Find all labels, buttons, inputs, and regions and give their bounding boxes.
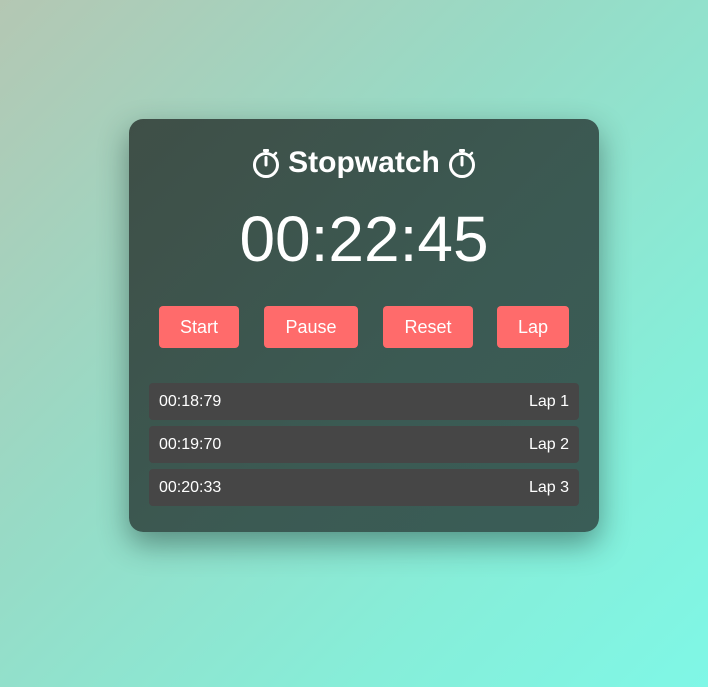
lap-time: 00:19:70 <box>159 435 222 453</box>
start-button[interactable]: Start <box>159 306 239 348</box>
list-item: 00:18:79 Lap 1 <box>149 383 579 420</box>
lap-time: 00:20:33 <box>159 478 222 496</box>
lap-label: Lap 1 <box>528 392 569 410</box>
list-item: 00:20:33 Lap 3 <box>149 469 579 506</box>
lap-label: Lap 3 <box>528 478 569 496</box>
reset-button[interactable]: Reset <box>383 306 473 348</box>
lap-list: 00:18:79 Lap 1 00:19:70 Lap 2 00:20:33 L… <box>149 383 579 512</box>
stopwatch-icon <box>448 148 476 178</box>
time-display: 00:22:45 <box>239 203 489 275</box>
lap-time: 00:18:79 <box>159 392 222 410</box>
stopwatch-card: Stopwatch 00:22:45 Start Pause Reset Lap… <box>129 119 599 532</box>
page-title: Stopwatch <box>129 145 599 181</box>
list-item: 00:19:70 Lap 2 <box>149 426 579 463</box>
app-title: Stopwatch <box>288 146 440 179</box>
pause-button[interactable]: Pause <box>264 306 358 348</box>
stopwatch-icon <box>252 148 280 178</box>
lap-button[interactable]: Lap <box>497 306 569 348</box>
lap-label: Lap 2 <box>528 435 569 453</box>
